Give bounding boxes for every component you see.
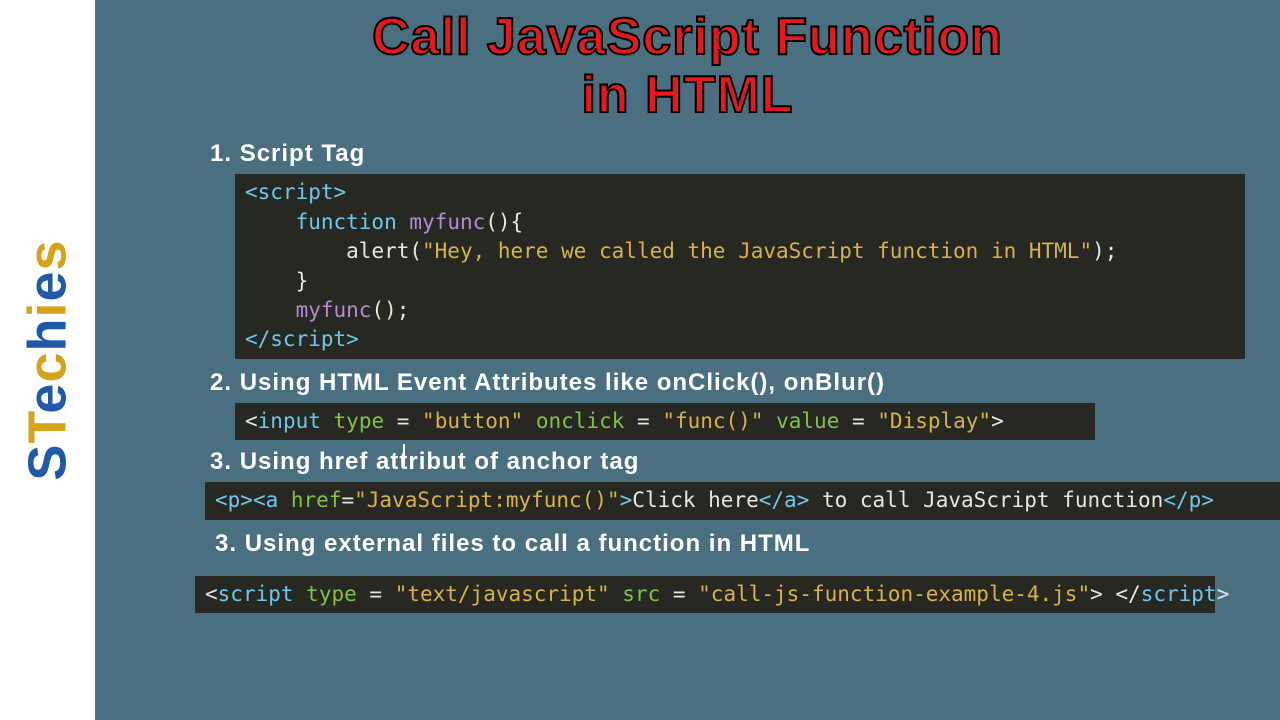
caret-icon [403, 444, 405, 466]
section-heading-1: 1. Script Tag [210, 140, 1260, 168]
section-heading-3: 3. Using href attribut of anchor tag [210, 448, 1260, 476]
title-line-1: Call JavaScript Function [372, 8, 1003, 66]
code-block-script-tag: <script> function myfunc(){ alert("Hey, … [235, 174, 1245, 358]
page-title: Call JavaScript Function in HTML [115, 8, 1260, 124]
slide-content: Call JavaScript Function in HTML 1. Scri… [95, 0, 1280, 720]
title-line-2: in HTML [581, 66, 793, 124]
section-heading-4: 3. Using external files to call a functi… [215, 530, 1260, 558]
brand-logo: STechies [17, 239, 79, 480]
code-block-anchor-href: <p><a href="JavaScript:myfunc()">Click h… [205, 482, 1280, 519]
section-heading-2: 2. Using HTML Event Attributes like onCl… [210, 369, 1260, 397]
code-block-external-file: <script type = "text/javascript" src = "… [195, 576, 1215, 613]
code-block-event-attr: <input type = "button" onclick = "func()… [235, 403, 1095, 440]
sidebar: STechies [0, 0, 95, 720]
